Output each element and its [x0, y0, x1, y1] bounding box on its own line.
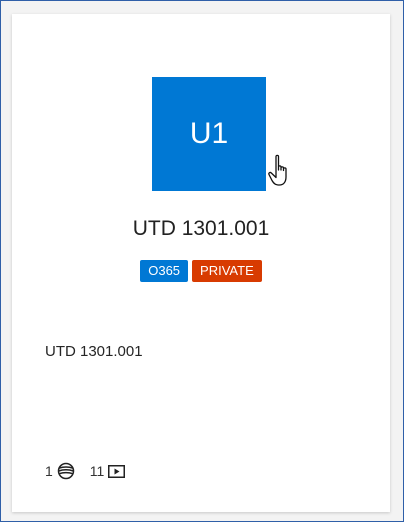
videos-stat: 11	[90, 463, 126, 479]
video-play-icon	[108, 464, 126, 478]
group-thumbnail-initials: U1	[189, 117, 229, 150]
channels-count: 1	[45, 463, 53, 479]
group-description: UTD 1301.001	[45, 343, 143, 360]
group-title[interactable]: UTD 1301.001	[12, 217, 390, 241]
channels-stat: 1	[45, 462, 75, 480]
o365-badge: O365	[140, 260, 189, 282]
group-thumbnail[interactable]: U1	[152, 77, 266, 191]
badge-row: O365 PRIVATE	[12, 260, 390, 282]
card-footer: 1 11	[45, 462, 140, 480]
videos-count: 11	[89, 463, 105, 479]
selection-frame: U1 UTD 1301.001 O365 PRIVATE UTD 1301.00…	[0, 0, 404, 522]
channel-globe-icon	[57, 462, 75, 480]
private-badge: PRIVATE	[192, 260, 262, 282]
group-card[interactable]: U1 UTD 1301.001 O365 PRIVATE UTD 1301.00…	[12, 14, 390, 512]
hand-pointer-icon	[268, 154, 287, 186]
